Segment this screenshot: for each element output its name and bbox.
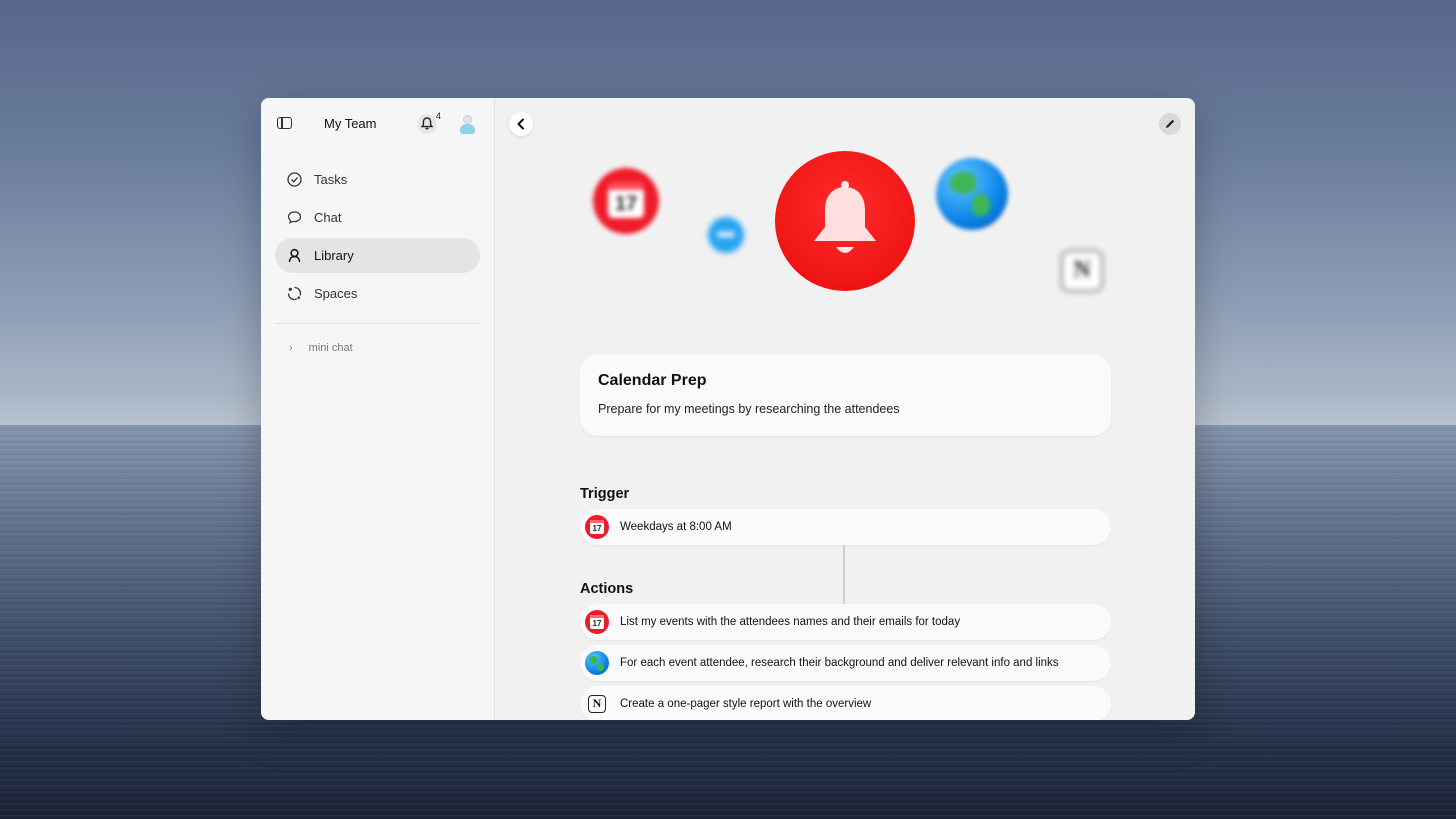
sidebar-item-label: Spaces bbox=[314, 286, 358, 301]
calendar-date: 17 bbox=[592, 619, 602, 628]
trigger-text: Weekdays at 8:00 AM bbox=[620, 521, 732, 533]
action-row[interactable]: 17 List my events with the attendees nam… bbox=[580, 604, 1111, 640]
calendar-icon: 17 bbox=[593, 168, 659, 234]
sidebar-toggle-icon[interactable] bbox=[277, 117, 292, 129]
calendar-icon: 17 bbox=[585, 610, 609, 634]
sidebar-item-label: Library bbox=[314, 248, 354, 263]
back-button[interactable] bbox=[509, 112, 533, 136]
notion-icon: N bbox=[1061, 250, 1103, 292]
workflow-title: Calendar Prep bbox=[598, 372, 707, 389]
globe-icon bbox=[585, 651, 609, 675]
mini-chat-toggle[interactable]: › mini chat bbox=[289, 342, 353, 354]
trigger-heading: Trigger bbox=[580, 486, 630, 502]
sidebar-divider bbox=[275, 323, 480, 324]
sidebar-item-spaces[interactable]: Spaces bbox=[275, 276, 480, 311]
avatar-body bbox=[460, 124, 475, 134]
notifications-button[interactable] bbox=[417, 114, 437, 134]
calendar-date: 17 bbox=[592, 524, 602, 533]
blue-app-icon bbox=[708, 217, 744, 253]
workflow-card: Calendar Prep Prepare for my meetings by… bbox=[580, 354, 1111, 436]
notion-letter: N bbox=[592, 696, 602, 710]
sidebar-item-label: Tasks bbox=[314, 172, 348, 187]
chevron-right-icon: › bbox=[289, 342, 293, 354]
calendar-page: 17 bbox=[590, 615, 604, 629]
notification-count-badge: 4 bbox=[436, 111, 442, 121]
calendar-icon: 17 bbox=[585, 515, 609, 539]
chevron-left-icon bbox=[517, 118, 524, 130]
person-icon bbox=[288, 248, 301, 263]
action-text: List my events with the attendees names … bbox=[620, 616, 961, 628]
sidebar-item-library[interactable]: Library bbox=[275, 238, 480, 273]
actions-heading: Actions bbox=[580, 581, 634, 597]
bell-glyph bbox=[814, 181, 876, 253]
sidebar: My Team 4 Tasks Chat Library Spaces › mi… bbox=[261, 98, 495, 720]
action-row[interactable]: N Create a one-pager style report with t… bbox=[580, 686, 1111, 720]
sidebar-nav: Tasks Chat Library Spaces bbox=[275, 162, 480, 314]
edit-button[interactable] bbox=[1159, 113, 1181, 135]
action-text: Create a one-pager style report with the… bbox=[620, 698, 872, 710]
pencil-icon bbox=[1166, 119, 1175, 128]
notion-icon: N bbox=[588, 695, 606, 713]
sidebar-item-label: Chat bbox=[314, 210, 342, 225]
mini-chat-label: mini chat bbox=[308, 342, 353, 354]
bell-icon bbox=[775, 151, 915, 291]
calendar-page: 17 bbox=[590, 520, 604, 534]
workflow-description: Prepare for my meetings by researching t… bbox=[598, 402, 900, 416]
avatar[interactable] bbox=[457, 113, 477, 135]
flow-connector bbox=[843, 545, 845, 604]
sidebar-item-chat[interactable]: Chat bbox=[275, 200, 480, 235]
check-circle-icon bbox=[287, 172, 302, 187]
action-row[interactable]: For each event attendee, research their … bbox=[580, 645, 1111, 681]
trigger-row[interactable]: 17 Weekdays at 8:00 AM bbox=[580, 509, 1111, 545]
notion-letter: N bbox=[1073, 257, 1091, 283]
action-text: For each event attendee, research their … bbox=[620, 657, 1059, 669]
spaces-icon bbox=[287, 286, 302, 301]
bell-icon bbox=[421, 117, 433, 130]
sidebar-header: My Team 4 bbox=[261, 111, 494, 136]
calendar-date: 17 bbox=[614, 193, 638, 215]
calendar-page: 17 bbox=[608, 182, 644, 218]
avatar-head bbox=[463, 115, 472, 124]
team-name[interactable]: My Team bbox=[324, 116, 377, 131]
chat-bubble-icon bbox=[287, 211, 302, 224]
sidebar-item-tasks[interactable]: Tasks bbox=[275, 162, 480, 197]
main-panel: 17 N Calendar Prep Prepare for my meetin… bbox=[495, 98, 1195, 720]
globe-icon bbox=[936, 158, 1008, 230]
app-window: My Team 4 Tasks Chat Library Spaces › mi… bbox=[261, 98, 1195, 720]
